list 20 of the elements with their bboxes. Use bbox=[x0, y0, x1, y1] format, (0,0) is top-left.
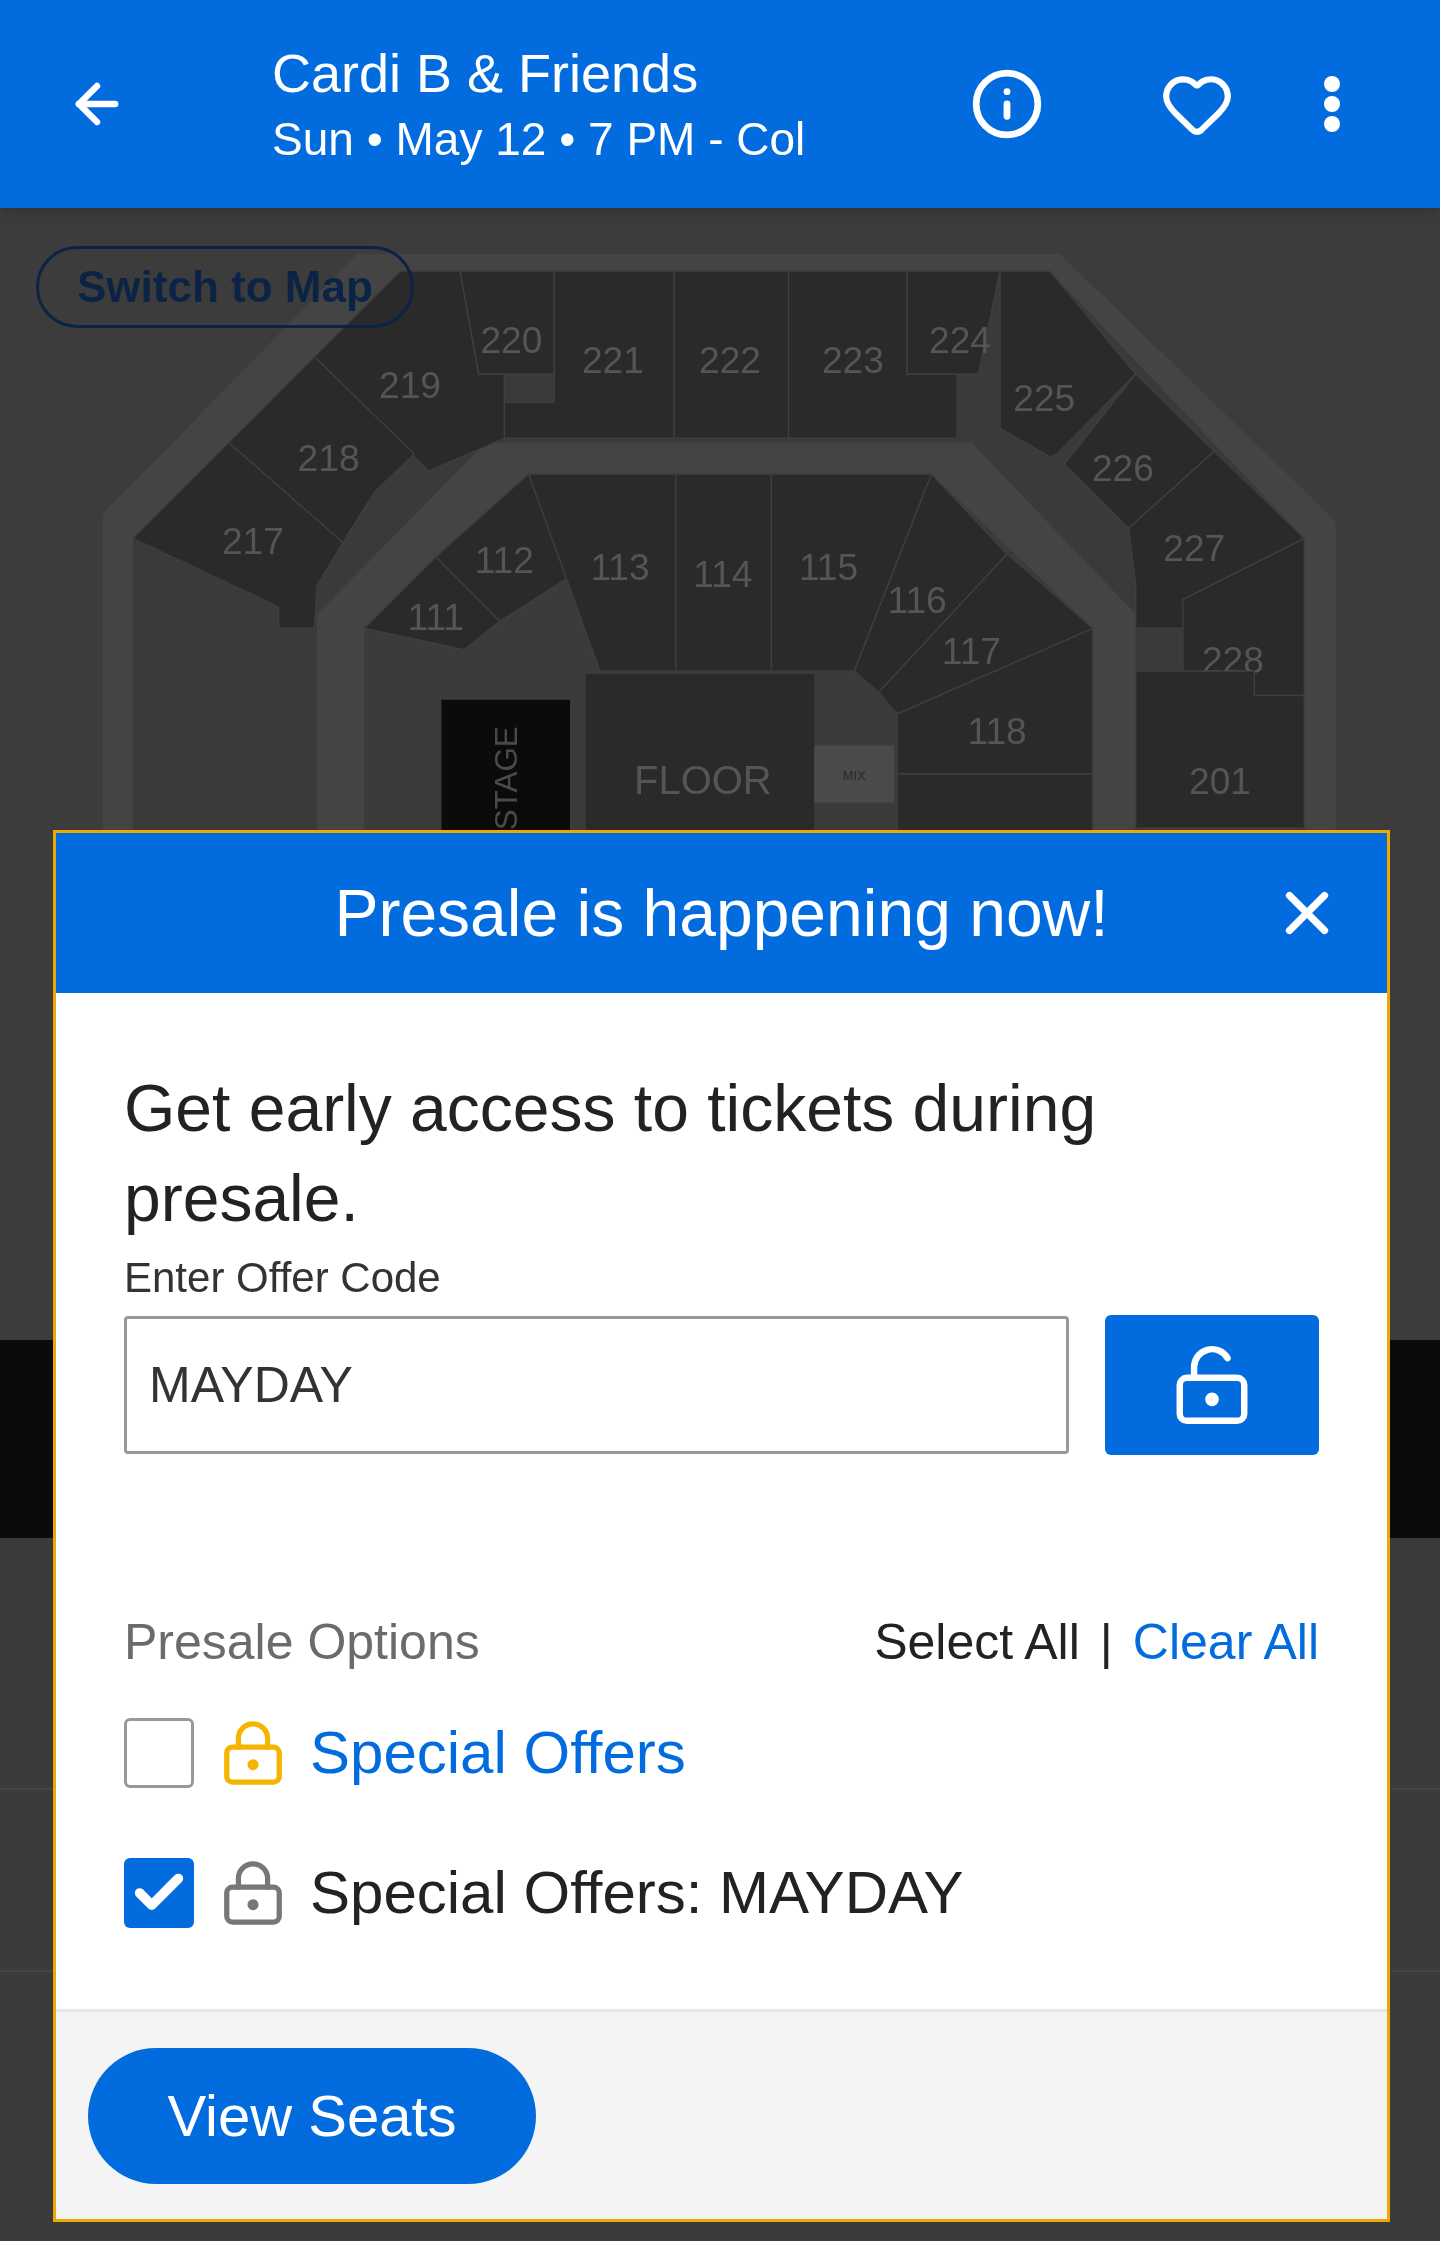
option-checkbox[interactable] bbox=[124, 1718, 194, 1788]
dialog-heading: Get early access to tickets during presale. bbox=[124, 1070, 1098, 1237]
seat-section[interactable] bbox=[896, 773, 1094, 832]
link-separator: | bbox=[1099, 1613, 1113, 1672]
clear-all-link[interactable]: Clear All bbox=[1132, 1605, 1319, 1680]
offer-code-field[interactable]: MAYDAY bbox=[124, 1316, 1070, 1454]
stage-area: STAGE bbox=[441, 699, 570, 832]
unlock-button[interactable] bbox=[1105, 1315, 1319, 1455]
offer-code-label: Enter Offer Code bbox=[124, 1253, 442, 1303]
info-icon bbox=[970, 67, 1044, 141]
event-subtitle: Sun • May 12 • 7 PM - Col bbox=[272, 112, 807, 167]
option-label: Special Offers bbox=[310, 1718, 686, 1788]
view-seats-button[interactable]: View Seats bbox=[88, 2047, 536, 2184]
option-label: Special Offers: MAYDAY bbox=[310, 1858, 964, 1928]
more-icon bbox=[1323, 75, 1341, 133]
presale-options-label: Presale Options bbox=[124, 1613, 480, 1672]
select-all-link[interactable]: Select All bbox=[874, 1605, 1080, 1680]
event-title: Cardi B & Friends bbox=[272, 42, 700, 105]
dialog-title: Presale is happening now! bbox=[334, 874, 1109, 952]
option-checkbox[interactable] bbox=[124, 1858, 194, 1928]
